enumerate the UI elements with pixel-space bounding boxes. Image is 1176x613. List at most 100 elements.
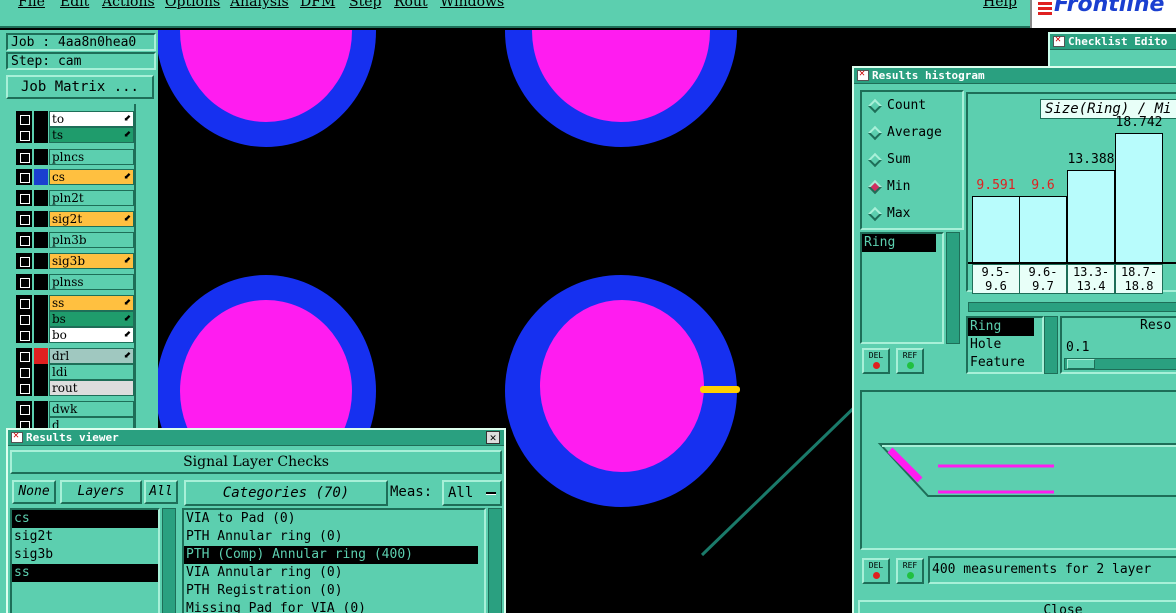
close-button[interactable]: Close — [858, 600, 1176, 613]
menu-actions[interactable]: Actions — [102, 0, 155, 10]
histogram-bar[interactable] — [972, 195, 1020, 262]
layer-row-ss[interactable]: ss ⬋ — [16, 295, 134, 311]
category-results-list[interactable]: VIA to Pad (0) PTH Annular ring (0) PTH (C… — [182, 508, 486, 613]
layer-checkbox[interactable] — [16, 149, 32, 165]
layer-checkbox[interactable] — [16, 232, 32, 248]
ref-button-bottom[interactable]: REF — [896, 558, 924, 584]
job-matrix-button[interactable]: Job Matrix ... — [6, 75, 154, 99]
layer-checkbox[interactable] — [16, 169, 32, 185]
menu-options[interactable]: Options — [165, 0, 220, 10]
field-list-scrollbar[interactable] — [1044, 316, 1058, 374]
layer-color-swatch[interactable] — [34, 364, 48, 380]
layer-color-swatch[interactable] — [34, 253, 48, 269]
close-icon[interactable]: ✕ — [486, 431, 500, 444]
resolution-slider[interactable] — [1064, 358, 1176, 370]
mode-max[interactable]: Max — [867, 205, 980, 223]
layer-name[interactable]: dwk — [49, 401, 134, 417]
layer-row-pln3b[interactable]: pln3b — [16, 232, 134, 248]
layer-checkbox[interactable] — [16, 127, 32, 143]
layer-checkbox[interactable] — [16, 295, 32, 311]
all-button[interactable]: All — [144, 480, 178, 504]
histogram-titlebar[interactable]: Results histogram — [854, 68, 1176, 84]
mode-average[interactable]: Average — [867, 124, 980, 142]
layer-row-rout[interactable]: rout — [16, 380, 134, 396]
layer-color-swatch[interactable] — [34, 111, 48, 127]
resolution-slider-handle[interactable] — [1067, 359, 1095, 369]
layer-name[interactable]: ts ⬋ — [49, 127, 134, 143]
menu-analysis[interactable]: Analysis — [230, 0, 289, 10]
layer-row-sig3b[interactable]: sig3b ⬋ — [16, 253, 134, 269]
layer-row-cs[interactable]: cs ⬋ — [16, 169, 134, 185]
table-row[interactable]: sig2t — [12, 528, 158, 546]
window-close-icon[interactable] — [857, 68, 869, 81]
measure-type-list[interactable]: Ring — [860, 232, 944, 344]
table-row[interactable]: sig3b — [12, 546, 158, 564]
layers-button[interactable]: Layers — [60, 480, 142, 504]
menu-dfm[interactable]: DFM — [300, 0, 335, 10]
layer-color-swatch[interactable] — [34, 211, 48, 227]
layer-row-plncs[interactable]: plncs — [16, 149, 134, 165]
measure-type-scrollbar[interactable] — [946, 232, 960, 344]
layer-checkbox[interactable] — [16, 327, 32, 343]
layer-row-bo[interactable]: bo ⬋ — [16, 327, 134, 343]
list-item[interactable]: Ring — [862, 234, 936, 252]
layer-row-dwk[interactable]: dwk — [16, 401, 134, 417]
mode-sum[interactable]: Sum — [867, 151, 980, 169]
list-item[interactable]: VIA Annular ring (0) — [184, 564, 484, 582]
chart-hscrollbar[interactable] — [968, 302, 1176, 312]
ref-button[interactable]: REF — [896, 348, 924, 374]
layer-row-to[interactable]: to ⬋ — [16, 111, 134, 127]
layer-color-swatch[interactable] — [34, 380, 48, 396]
del-button-bottom[interactable]: DEL — [862, 558, 890, 584]
menu-windows[interactable]: Windows — [440, 0, 504, 10]
layer-name[interactable]: to ⬋ — [49, 111, 134, 127]
layer-name[interactable]: pln2t — [49, 190, 134, 206]
layer-name[interactable]: sig2t ⬋ — [49, 211, 134, 227]
layer-color-swatch[interactable] — [34, 401, 48, 417]
mode-min[interactable]: Min — [867, 178, 980, 196]
list-item[interactable]: PTH (Comp) Annular ring (400) — [184, 546, 478, 564]
list-item[interactable]: VIA to Pad (0) — [184, 510, 484, 528]
layer-color-swatch[interactable] — [34, 127, 48, 143]
checklist-editor-titlebar[interactable]: Checklist Edito — [1050, 34, 1176, 50]
layer-checkbox[interactable] — [16, 380, 32, 396]
layer-name[interactable]: ss ⬋ — [49, 295, 134, 311]
meas-dropdown[interactable]: All — [442, 480, 502, 506]
none-button[interactable]: None — [12, 480, 56, 504]
layer-row-sig2t[interactable]: sig2t ⬋ — [16, 211, 134, 227]
list-item[interactable]: PTH Annular ring (0) — [184, 528, 484, 546]
menu-help[interactable]: Help — [983, 0, 1017, 10]
menu-step[interactable]: Step — [349, 0, 381, 10]
list-item[interactable]: Missing Pad for VIA (0) — [184, 600, 484, 613]
layer-row-ldi[interactable]: ldi — [16, 364, 134, 380]
list-item[interactable]: Feature — [968, 354, 1042, 372]
layer-color-swatch[interactable] — [34, 149, 48, 165]
layer-checkbox[interactable] — [16, 348, 32, 364]
layer-row-drl[interactable]: drl ⬋ — [16, 348, 134, 364]
layer-color-swatch[interactable] — [34, 327, 48, 343]
layer-color-swatch[interactable] — [34, 190, 48, 206]
layer-checkbox[interactable] — [16, 311, 32, 327]
field-list[interactable]: Ring Hole Feature — [966, 316, 1044, 374]
layer-checkbox[interactable] — [16, 111, 32, 127]
categories-button[interactable]: Categories (70) — [184, 480, 388, 506]
layer-name[interactable]: plnss — [49, 274, 134, 290]
layer-color-swatch[interactable] — [34, 311, 48, 327]
check-category-header[interactable]: Signal Layer Checks — [10, 450, 502, 474]
layer-row-ts[interactable]: ts ⬋ — [16, 127, 134, 143]
layer-name[interactable]: pln3b — [49, 232, 134, 248]
list-item[interactable]: PTH Registration (0) — [184, 582, 484, 600]
list-item[interactable]: Hole — [968, 336, 1042, 354]
menu-file[interactable]: File — [18, 0, 45, 10]
layer-color-swatch[interactable] — [34, 274, 48, 290]
results-viewer-titlebar[interactable]: Results viewer ✕ — [8, 430, 504, 446]
histogram-bar[interactable] — [1067, 169, 1115, 262]
layer-checkbox[interactable] — [16, 401, 32, 417]
layer-row-plnss[interactable]: plnss — [16, 274, 134, 290]
layer-color-swatch[interactable] — [34, 169, 48, 185]
layer-checkbox[interactable] — [16, 253, 32, 269]
menu-edit[interactable]: Edit — [60, 0, 89, 10]
layer-name[interactable]: ldi — [49, 364, 134, 380]
layer-checkbox[interactable] — [16, 211, 32, 227]
histogram-bar[interactable] — [1115, 132, 1163, 262]
